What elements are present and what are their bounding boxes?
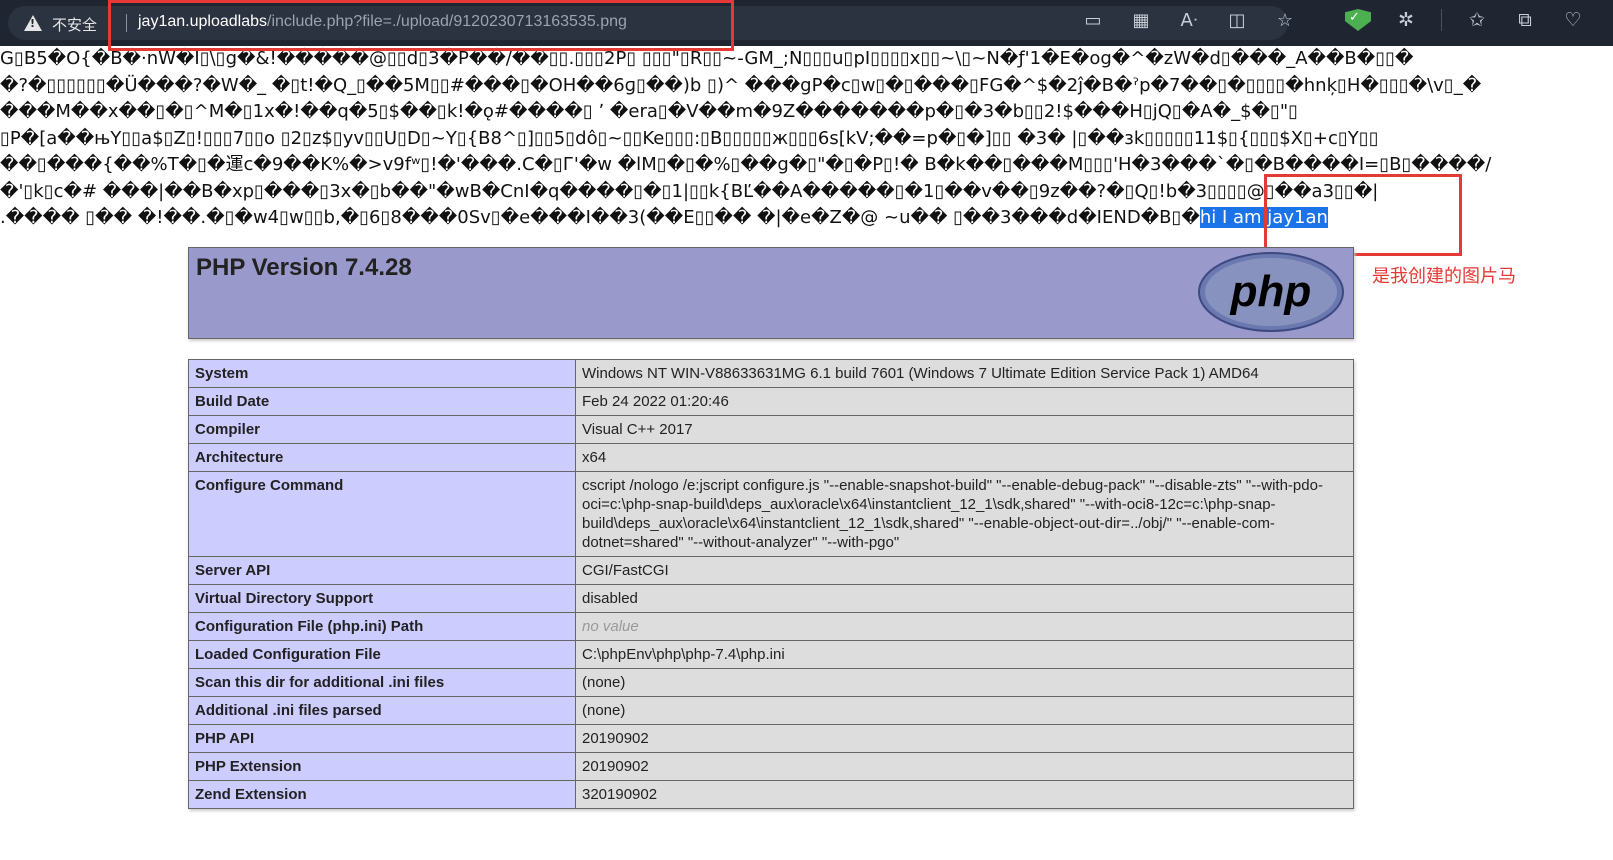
table-row: Zend Extension 320190902 bbox=[188, 780, 1354, 809]
phpinfo-header: PHP Version 7.4.28 php bbox=[188, 247, 1354, 339]
row-value: Visual C++ 2017 bbox=[575, 415, 1354, 444]
row-key: Compiler bbox=[188, 415, 576, 444]
row-value: no value bbox=[575, 612, 1354, 641]
row-key: Zend Extension bbox=[188, 780, 576, 809]
display-icon[interactable]: ▭ bbox=[1080, 10, 1106, 31]
row-key: Build Date bbox=[188, 387, 576, 416]
read-aloud-icon[interactable]: Aᐧ bbox=[1176, 10, 1202, 31]
table-row: Build Date Feb 24 2022 01:20:46 bbox=[188, 387, 1354, 416]
payload-highlight-box bbox=[1264, 174, 1462, 256]
toolbar-divider bbox=[1441, 9, 1442, 31]
row-key: Scan this dir for additional .ini files bbox=[188, 668, 576, 697]
phpinfo-table: System Windows NT WIN-V88633631MG 6.1 bui… bbox=[188, 359, 1354, 809]
table-row: PHP API 20190902 bbox=[188, 724, 1354, 753]
address-bar-actions: ▭ ▦ Aᐧ ◫ ☆ bbox=[1080, 10, 1298, 31]
php-logo-text: php bbox=[1230, 267, 1312, 316]
row-value: C:\phpEnv\php\php-7.4\php.ini bbox=[575, 640, 1354, 669]
row-key: Additional .ini files parsed bbox=[188, 696, 576, 725]
table-row: Compiler Visual C++ 2017 bbox=[188, 415, 1354, 444]
row-value: Feb 24 2022 01:20:46 bbox=[575, 387, 1354, 416]
row-key: Architecture bbox=[188, 443, 576, 472]
row-value: 20190902 bbox=[575, 724, 1354, 753]
row-value: 20190902 bbox=[575, 752, 1354, 781]
shield-check-icon[interactable] bbox=[1345, 9, 1371, 36]
favorite-star-icon[interactable]: ☆ bbox=[1272, 10, 1298, 31]
binary-line-tail: .���� ▯�� �!��.�▯�w4▯w▯▯b,�▯6▯8���0Sv▯�e… bbox=[0, 207, 1200, 228]
row-value: (none) bbox=[575, 668, 1354, 697]
extensions-toolbar: ✲ ✩ ⧉ ♡ bbox=[1345, 9, 1586, 36]
table-row: System Windows NT WIN-V88633631MG 6.1 bui… bbox=[188, 359, 1354, 388]
php-logo[interactable]: php bbox=[1196, 250, 1346, 334]
table-row: Configuration File (php.ini) Path no valu… bbox=[188, 612, 1354, 641]
row-value: disabled bbox=[575, 584, 1354, 613]
row-key: PHP Extension bbox=[188, 752, 576, 781]
collections-icon[interactable]: ⧉ bbox=[1512, 9, 1538, 36]
extensions-icon[interactable]: ✲ bbox=[1393, 9, 1419, 36]
table-row: PHP Extension 20190902 bbox=[188, 752, 1354, 781]
row-value: 320190902 bbox=[575, 780, 1354, 809]
url-highlight-box bbox=[108, 0, 734, 51]
row-value: CGI/FastCGI bbox=[575, 556, 1354, 585]
table-row: Scan this dir for additional .ini files(… bbox=[188, 668, 1354, 697]
annotation-label: 是我创建的图片马 bbox=[1372, 266, 1516, 287]
heart-pulse-icon[interactable]: ♡ bbox=[1560, 9, 1586, 36]
row-key: PHP API bbox=[188, 724, 576, 753]
row-key: Virtual Directory Support bbox=[188, 584, 576, 613]
apps-icon[interactable]: ▦ bbox=[1128, 10, 1154, 31]
table-row: Loaded Configuration File C:\phpEnv\php\p… bbox=[188, 640, 1354, 669]
row-value: x64 bbox=[575, 443, 1354, 472]
row-value: (none) bbox=[575, 696, 1354, 725]
row-key: Loaded Configuration File bbox=[188, 640, 576, 669]
binary-line: ▯P�[a��њY▯▯a$▯Z▯!▯▯▯7▯▯o ▯2▯z$▯yv▯▯U▯D▯~… bbox=[0, 127, 1379, 149]
row-value: Windows NT WIN-V88633631MG 6.1 build 760… bbox=[575, 359, 1354, 388]
table-row: Configure Command cscript /nologo /e:jscr… bbox=[188, 471, 1354, 557]
binary-line: ���M��x��▯�▯^M�▯1x�!��q�5▯$��▯k!�ǫ#����▯… bbox=[0, 101, 1299, 122]
row-key: Configure Command bbox=[188, 471, 576, 557]
row-key: System bbox=[188, 359, 576, 388]
table-row: Virtual Directory Support disabled bbox=[188, 584, 1354, 613]
table-row: Architecture x64 bbox=[188, 443, 1354, 472]
table-row: Additional .ini files parsed (none) bbox=[188, 696, 1354, 725]
table-row: Server API CGI/FastCGI bbox=[188, 556, 1354, 585]
split-screen-icon[interactable]: ◫ bbox=[1224, 10, 1250, 31]
row-key: Server API bbox=[188, 556, 576, 585]
row-value: cscript /nologo /e:jscript configure.js … bbox=[575, 471, 1354, 557]
php-version-title: PHP Version 7.4.28 bbox=[196, 254, 412, 281]
row-key: Configuration File (php.ini) Path bbox=[188, 612, 576, 641]
insecure-label[interactable]: 不安全 bbox=[52, 14, 97, 35]
warning-icon[interactable] bbox=[24, 15, 42, 31]
favorites-icon[interactable]: ✩ bbox=[1464, 9, 1490, 36]
binary-line: �?�▯▯▯▯▯▯�Ü���?�W�_ �▯t!�Q_▯��5M▯▯#���▯�… bbox=[0, 74, 1482, 96]
